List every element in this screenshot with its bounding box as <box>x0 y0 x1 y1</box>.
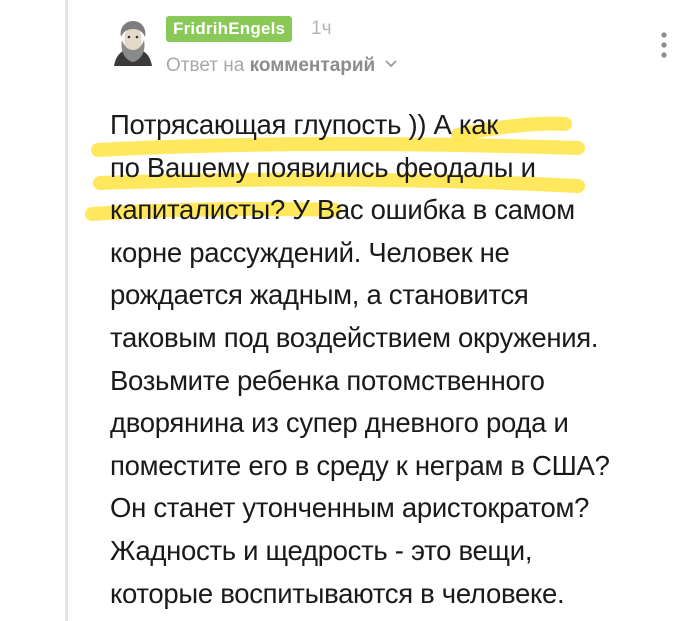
comment: FridrihEngels 1ч Ответ на комментарий По… <box>0 0 700 621</box>
comment-line: капиталисты? У Вас ошибка в самом <box>110 194 575 226</box>
comment-body: Потрясающая глупость )) А как по Вашему … <box>110 104 680 615</box>
comment-line: Он станет утонченным аристократом? <box>110 492 590 524</box>
comment-line: дворянина из супер дневного рода и <box>110 407 569 439</box>
comment-line: которые воспитываются в человеке. <box>110 577 565 609</box>
comment-line: таковым под воздействием окружения. <box>110 321 599 353</box>
comment-line: рождается жадным, а становится <box>110 279 529 311</box>
comment-line: корне рассуждений. Человек не <box>110 236 510 268</box>
comment-line: поместите его в среду к неграм в США? <box>110 449 610 481</box>
comment-line: Возьмите ребенка потомственного <box>110 364 545 396</box>
comment-line: по Вашему появились феодалы и <box>110 151 536 183</box>
comment-line: Жадность и щедрость - это вещи, <box>110 534 533 566</box>
comment-line: Потрясающая глупость )) А как <box>110 109 498 140</box>
